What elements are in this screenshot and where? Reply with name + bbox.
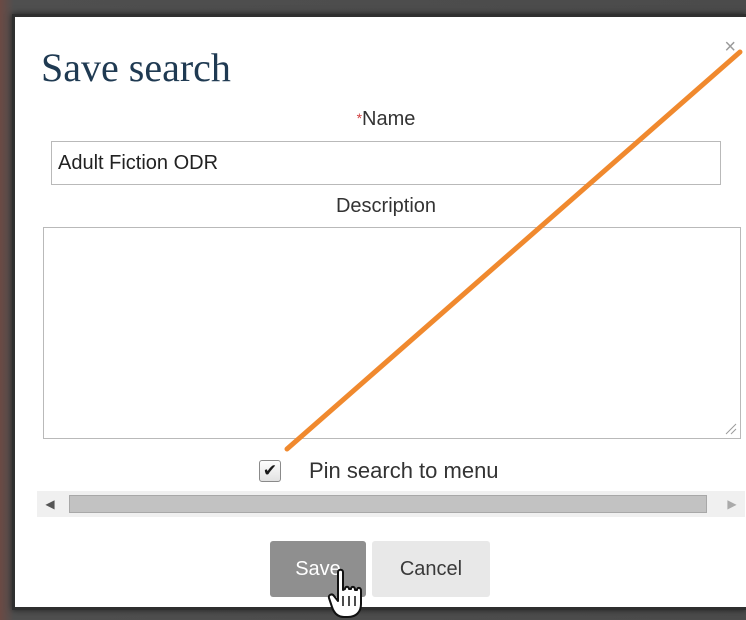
description-label: Description	[335, 195, 437, 217]
cancel-button[interactable]: Cancel	[372, 541, 490, 597]
pin-search-label[interactable]: Pin search to menu	[309, 458, 499, 484]
save-search-dialog: Save search × *Name Description ✔ Pin se…	[12, 14, 746, 610]
pin-search-checkbox[interactable]: ✔	[259, 460, 281, 482]
description-textarea[interactable]	[43, 227, 741, 439]
resize-grip-icon[interactable]	[723, 421, 737, 435]
name-label: *Name	[15, 108, 746, 131]
scroll-left-arrow-icon[interactable]: ◀	[37, 491, 63, 517]
scrollbar-thumb[interactable]	[69, 495, 707, 513]
name-label-text: Name	[362, 108, 416, 130]
required-marker: *	[356, 110, 363, 126]
save-button[interactable]: Save	[270, 541, 366, 597]
horizontal-scrollbar[interactable]: ◀ ▶	[37, 491, 745, 517]
name-input[interactable]	[51, 141, 721, 185]
dialog-title: Save search	[41, 45, 231, 90]
scroll-right-arrow-icon[interactable]: ▶	[719, 491, 745, 517]
close-icon[interactable]: ×	[724, 37, 736, 57]
pin-search-row: ✔ Pin search to menu	[259, 454, 499, 488]
